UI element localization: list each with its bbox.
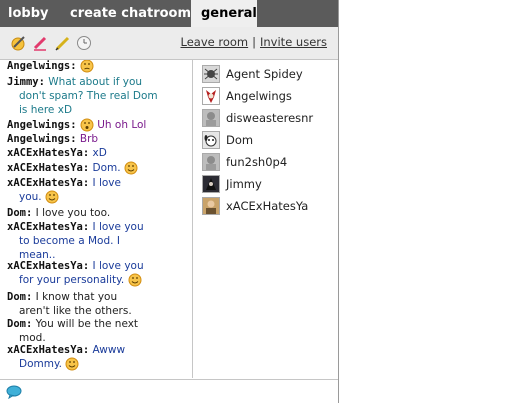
user-name: Angelwings: [226, 89, 292, 103]
chat-message: xACExHatesYa: xD: [7, 146, 185, 160]
message-nick: xACExHatesYa:: [7, 162, 90, 174]
message-nick: Dom:: [7, 291, 33, 303]
photo-avatar: [202, 197, 220, 215]
clock-icon[interactable]: [76, 35, 92, 51]
tab-bar: lobby create chatroom general: [0, 0, 338, 28]
tab-create-chatroom[interactable]: create chatroom: [62, 0, 199, 27]
room-links: Leave room | Invite users: [181, 35, 328, 49]
message-text: Dom.: [92, 162, 121, 174]
message-text-continued: to become a Mod. I: [19, 235, 120, 247]
user-item[interactable]: Angelwings: [202, 87, 337, 107]
message-text: Brb: [79, 133, 99, 145]
gray-avatar: [202, 153, 220, 171]
user-name: Dom: [226, 133, 254, 147]
user-item[interactable]: Jimmy: [202, 175, 337, 195]
gray-avatar: [202, 109, 220, 127]
user-name: fun2sh0p4: [226, 155, 288, 169]
emoticon-surprised-icon: [80, 118, 94, 132]
message-nick: xACExHatesYa:: [7, 344, 90, 356]
chat-message: xACExHatesYa: I love you to become a Mod…: [7, 220, 185, 262]
message-text: Uh oh Lol: [97, 119, 147, 131]
invite-users-link[interactable]: Invite users: [260, 35, 327, 49]
dark-avatar: [202, 175, 220, 193]
message-input[interactable]: [28, 383, 332, 401]
message-nick: Angelwings:: [7, 60, 77, 72]
chat-message: Dom: I love you too.: [7, 206, 185, 220]
message-text-continued: aren't like the others.: [19, 305, 132, 317]
message-nick: xACExHatesYa:: [7, 221, 90, 233]
emoticon-smile-icon: [45, 190, 59, 204]
chat-message: xACExHatesYa: I love you.: [7, 176, 185, 204]
message-text-continued: don't spam? The real Dom: [19, 90, 158, 102]
message-text: Awww: [92, 344, 126, 356]
message-text: You will be the next: [35, 318, 139, 330]
message-nick: Angelwings:: [7, 133, 77, 145]
user-item[interactable]: fun2sh0p4: [202, 153, 337, 173]
harley-avatar: [202, 87, 220, 105]
chat-window: lobby create chatroom general Leave room…: [0, 0, 339, 404]
user-item[interactable]: Agent Spidey: [202, 65, 337, 85]
message-text-continued: for your personality.: [19, 274, 125, 286]
chat-message: xACExHatesYa: I love you for your person…: [7, 259, 185, 287]
emoticon-icon[interactable]: [10, 35, 26, 51]
message-text-continued: is here xD: [19, 104, 73, 116]
emoticon-smile-icon: [124, 161, 138, 175]
message-nick: Angelwings:: [7, 119, 77, 131]
user-list: Agent Spidey Angelwings disweasteresnr D…: [193, 60, 338, 390]
message-nick: xACExHatesYa:: [7, 177, 90, 189]
tab-lobby[interactable]: lobby: [0, 0, 56, 27]
chat-message: Angelwings: Brb: [7, 132, 185, 146]
pencil-icon[interactable]: [54, 35, 70, 51]
message-text: I know that you: [35, 291, 118, 303]
toolbar: Leave room | Invite users: [0, 27, 338, 60]
user-name: Jimmy: [226, 177, 262, 191]
chat-message: Angelwings:: [7, 60, 185, 73]
message-text-continued: you.: [19, 191, 42, 203]
message-list: Angelwings: Jimmy: What about if you don…: [0, 60, 193, 378]
message-text: I love: [92, 177, 121, 189]
emoticon-sad-icon: [80, 60, 94, 73]
spider-avatar: [202, 65, 220, 83]
user-name: disweasteresnr: [226, 111, 314, 125]
link-separator: |: [252, 35, 256, 49]
user-name: Agent Spidey: [226, 67, 303, 81]
message-text: I love you: [92, 221, 144, 233]
emoticon-smile-icon: [128, 273, 142, 287]
dog-avatar: [202, 131, 220, 149]
chat-message: xACExHatesYa: Dom.: [7, 161, 185, 175]
chat-message: Dom: I know that you aren't like the oth…: [7, 290, 185, 318]
tab-general[interactable]: general: [191, 0, 257, 28]
user-item[interactable]: Dom: [202, 131, 337, 151]
message-nick: xACExHatesYa:: [7, 147, 90, 159]
chat-bubble-icon[interactable]: [6, 384, 22, 403]
message-nick: xACExHatesYa:: [7, 260, 90, 272]
message-text: What about if you: [48, 76, 143, 88]
message-nick: Dom:: [7, 318, 33, 330]
message-nick: Dom:: [7, 207, 33, 219]
user-item[interactable]: disweasteresnr: [202, 109, 337, 129]
message-text: xD: [92, 147, 107, 159]
message-text: I love you too.: [35, 207, 111, 219]
message-text: I love you: [92, 260, 144, 272]
chat-message: Jimmy: What about if you don't spam? The…: [7, 75, 185, 117]
user-name: xACExHatesYa: [226, 199, 309, 213]
chat-message: Angelwings: Uh oh Lol: [7, 118, 185, 132]
text-color-icon[interactable]: [32, 35, 48, 51]
chat-message: Dom: You will be the next mod.: [7, 317, 185, 345]
emoticon-smile-icon: [65, 357, 79, 371]
message-input-bar: [0, 379, 338, 404]
leave-room-link[interactable]: Leave room: [181, 35, 249, 49]
message-nick: Jimmy:: [7, 76, 45, 88]
user-item[interactable]: xACExHatesYa: [202, 197, 337, 217]
chat-message: xACExHatesYa: Awww Dommy.: [7, 343, 185, 371]
message-text-continued: Dommy.: [19, 358, 63, 370]
